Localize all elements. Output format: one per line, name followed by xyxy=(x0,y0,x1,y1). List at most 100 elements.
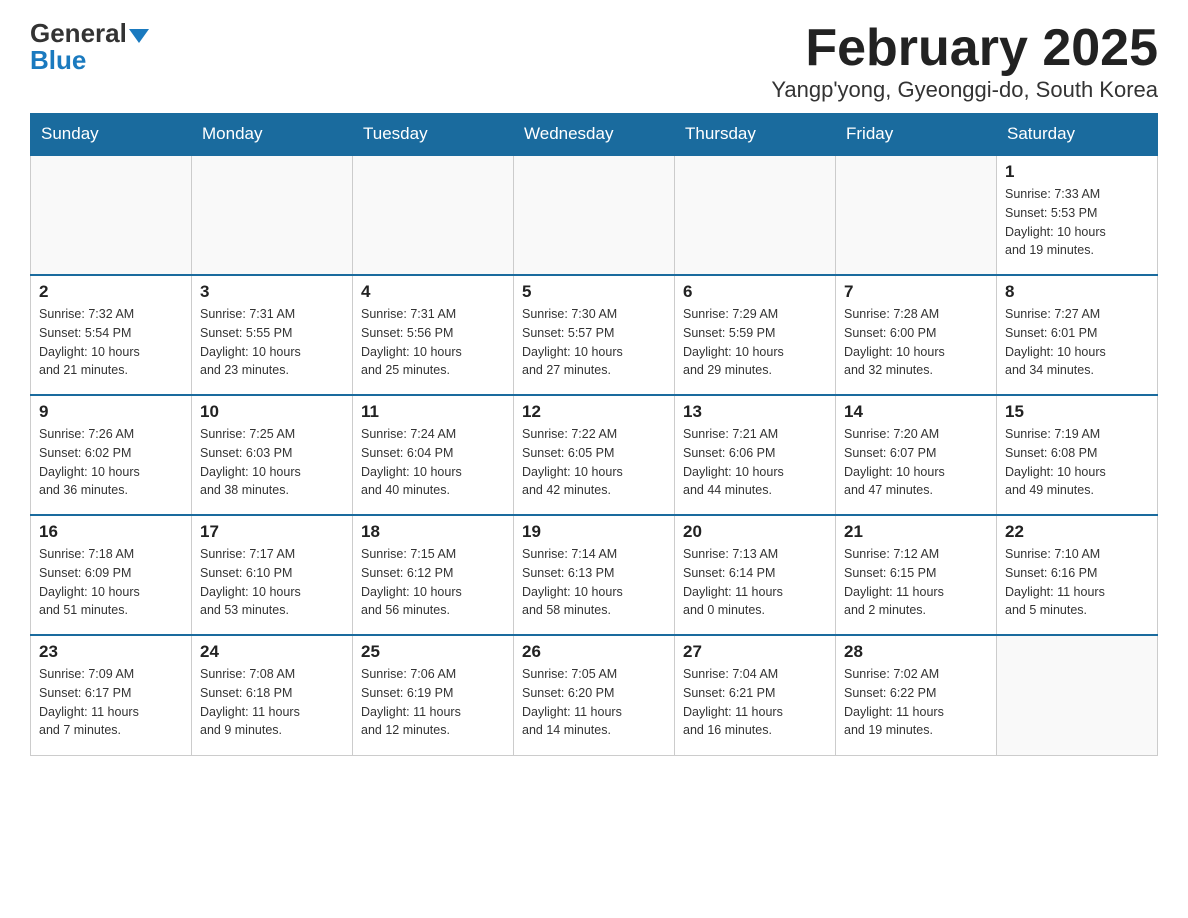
day-cell: 10 Sunrise: 7:25 AM Sunset: 6:03 PM Dayli… xyxy=(192,395,353,515)
day-cell: 11 Sunrise: 7:24 AM Sunset: 6:04 PM Dayli… xyxy=(353,395,514,515)
day-cell: 13 Sunrise: 7:21 AM Sunset: 6:06 PM Dayli… xyxy=(675,395,836,515)
header-cell-wednesday: Wednesday xyxy=(514,114,675,156)
week-row-4: 23 Sunrise: 7:09 AM Sunset: 6:17 PM Dayli… xyxy=(31,635,1158,755)
day-cell: 28 Sunrise: 7:02 AM Sunset: 6:22 PM Dayli… xyxy=(836,635,997,755)
day-number: 17 xyxy=(200,522,344,542)
day-number: 3 xyxy=(200,282,344,302)
day-number: 8 xyxy=(1005,282,1149,302)
day-cell: 22 Sunrise: 7:10 AM Sunset: 6:16 PM Dayli… xyxy=(997,515,1158,635)
day-number: 4 xyxy=(361,282,505,302)
day-info: Sunrise: 7:08 AM Sunset: 6:18 PM Dayligh… xyxy=(200,665,344,740)
day-cell: 7 Sunrise: 7:28 AM Sunset: 6:00 PM Daylig… xyxy=(836,275,997,395)
day-info: Sunrise: 7:10 AM Sunset: 6:16 PM Dayligh… xyxy=(1005,545,1149,620)
day-cell: 18Sunrise: 7:15 AM Sunset: 6:12 PM Dayli… xyxy=(353,515,514,635)
day-info: Sunrise: 7:14 AM Sunset: 6:13 PM Dayligh… xyxy=(522,545,666,620)
day-info: Sunrise: 7:18 AM Sunset: 6:09 PM Dayligh… xyxy=(39,545,183,620)
day-number: 15 xyxy=(1005,402,1149,422)
day-cell: 15 Sunrise: 7:19 AM Sunset: 6:08 PM Dayli… xyxy=(997,395,1158,515)
logo-blue-line: Blue xyxy=(30,47,86,74)
day-cell: 12Sunrise: 7:22 AM Sunset: 6:05 PM Dayli… xyxy=(514,395,675,515)
week-row-2: 9 Sunrise: 7:26 AM Sunset: 6:02 PM Daylig… xyxy=(31,395,1158,515)
week-row-1: 2 Sunrise: 7:32 AM Sunset: 5:54 PM Daylig… xyxy=(31,275,1158,395)
day-info: Sunrise: 7:06 AM Sunset: 6:19 PM Dayligh… xyxy=(361,665,505,740)
day-cell xyxy=(514,155,675,275)
day-number: 5 xyxy=(522,282,666,302)
week-row-3: 16 Sunrise: 7:18 AM Sunset: 6:09 PM Dayli… xyxy=(31,515,1158,635)
day-cell: 24 Sunrise: 7:08 AM Sunset: 6:18 PM Dayli… xyxy=(192,635,353,755)
day-number: 7 xyxy=(844,282,988,302)
day-info: Sunrise: 7:25 AM Sunset: 6:03 PM Dayligh… xyxy=(200,425,344,500)
day-cell: 27 Sunrise: 7:04 AM Sunset: 6:21 PM Dayli… xyxy=(675,635,836,755)
day-info: Sunrise: 7:19 AM Sunset: 6:08 PM Dayligh… xyxy=(1005,425,1149,500)
day-number: 21 xyxy=(844,522,988,542)
day-cell: 19 Sunrise: 7:14 AM Sunset: 6:13 PM Dayli… xyxy=(514,515,675,635)
header-cell-tuesday: Tuesday xyxy=(353,114,514,156)
day-cell: 23 Sunrise: 7:09 AM Sunset: 6:17 PM Dayli… xyxy=(31,635,192,755)
day-info: Sunrise: 7:20 AM Sunset: 6:07 PM Dayligh… xyxy=(844,425,988,500)
header-cell-saturday: Saturday xyxy=(997,114,1158,156)
header-cell-sunday: Sunday xyxy=(31,114,192,156)
day-info: Sunrise: 7:31 AM Sunset: 5:56 PM Dayligh… xyxy=(361,305,505,380)
day-number: 9 xyxy=(39,402,183,422)
day-number: 28 xyxy=(844,642,988,662)
day-number: 11 xyxy=(361,402,505,422)
day-number: 2 xyxy=(39,282,183,302)
day-info: Sunrise: 7:26 AM Sunset: 6:02 PM Dayligh… xyxy=(39,425,183,500)
day-number: 16 xyxy=(39,522,183,542)
day-cell: 16 Sunrise: 7:18 AM Sunset: 6:09 PM Dayli… xyxy=(31,515,192,635)
day-info: Sunrise: 7:28 AM Sunset: 6:00 PM Dayligh… xyxy=(844,305,988,380)
page-header: General Blue February 2025 Yangp'yong, G… xyxy=(30,20,1158,103)
day-number: 25 xyxy=(361,642,505,662)
day-info: Sunrise: 7:31 AM Sunset: 5:55 PM Dayligh… xyxy=(200,305,344,380)
day-cell: 8 Sunrise: 7:27 AM Sunset: 6:01 PM Daylig… xyxy=(997,275,1158,395)
day-info: Sunrise: 7:02 AM Sunset: 6:22 PM Dayligh… xyxy=(844,665,988,740)
day-number: 10 xyxy=(200,402,344,422)
header-row: SundayMondayTuesdayWednesdayThursdayFrid… xyxy=(31,114,1158,156)
title-block: February 2025 Yangp'yong, Gyeonggi-do, S… xyxy=(771,20,1158,103)
day-cell xyxy=(353,155,514,275)
logo-triangle-icon xyxy=(129,29,149,43)
day-cell xyxy=(997,635,1158,755)
day-number: 24 xyxy=(200,642,344,662)
day-number: 23 xyxy=(39,642,183,662)
day-info: Sunrise: 7:09 AM Sunset: 6:17 PM Dayligh… xyxy=(39,665,183,740)
day-cell: 17 Sunrise: 7:17 AM Sunset: 6:10 PM Dayli… xyxy=(192,515,353,635)
day-info: Sunrise: 7:30 AM Sunset: 5:57 PM Dayligh… xyxy=(522,305,666,380)
day-info: Sunrise: 7:29 AM Sunset: 5:59 PM Dayligh… xyxy=(683,305,827,380)
day-cell: 9 Sunrise: 7:26 AM Sunset: 6:02 PM Daylig… xyxy=(31,395,192,515)
day-number: 14 xyxy=(844,402,988,422)
calendar-subtitle: Yangp'yong, Gyeonggi-do, South Korea xyxy=(771,77,1158,103)
day-cell xyxy=(192,155,353,275)
header-cell-friday: Friday xyxy=(836,114,997,156)
header-cell-thursday: Thursday xyxy=(675,114,836,156)
day-number: 18 xyxy=(361,522,505,542)
day-number: 26 xyxy=(522,642,666,662)
logo-blue-text: Blue xyxy=(30,45,86,75)
day-number: 20 xyxy=(683,522,827,542)
day-info: Sunrise: 7:05 AM Sunset: 6:20 PM Dayligh… xyxy=(522,665,666,740)
day-number: 22 xyxy=(1005,522,1149,542)
day-info: Sunrise: 7:27 AM Sunset: 6:01 PM Dayligh… xyxy=(1005,305,1149,380)
day-info: Sunrise: 7:24 AM Sunset: 6:04 PM Dayligh… xyxy=(361,425,505,500)
day-info: Sunrise: 7:17 AM Sunset: 6:10 PM Dayligh… xyxy=(200,545,344,620)
logo-general-line: General xyxy=(30,20,149,47)
day-info: Sunrise: 7:12 AM Sunset: 6:15 PM Dayligh… xyxy=(844,545,988,620)
day-cell: 5 Sunrise: 7:30 AM Sunset: 5:57 PM Daylig… xyxy=(514,275,675,395)
day-cell: 25 Sunrise: 7:06 AM Sunset: 6:19 PM Dayli… xyxy=(353,635,514,755)
day-cell xyxy=(31,155,192,275)
day-number: 13 xyxy=(683,402,827,422)
day-cell: 20Sunrise: 7:13 AM Sunset: 6:14 PM Dayli… xyxy=(675,515,836,635)
calendar-table: SundayMondayTuesdayWednesdayThursdayFrid… xyxy=(30,113,1158,756)
day-cell: 2 Sunrise: 7:32 AM Sunset: 5:54 PM Daylig… xyxy=(31,275,192,395)
day-info: Sunrise: 7:04 AM Sunset: 6:21 PM Dayligh… xyxy=(683,665,827,740)
day-cell: 6 Sunrise: 7:29 AM Sunset: 5:59 PM Daylig… xyxy=(675,275,836,395)
day-info: Sunrise: 7:32 AM Sunset: 5:54 PM Dayligh… xyxy=(39,305,183,380)
day-cell: 1Sunrise: 7:33 AM Sunset: 5:53 PM Daylig… xyxy=(997,155,1158,275)
day-number: 6 xyxy=(683,282,827,302)
day-number: 19 xyxy=(522,522,666,542)
day-number: 27 xyxy=(683,642,827,662)
day-cell xyxy=(836,155,997,275)
day-cell: 14 Sunrise: 7:20 AM Sunset: 6:07 PM Dayli… xyxy=(836,395,997,515)
day-cell: 3 Sunrise: 7:31 AM Sunset: 5:55 PM Daylig… xyxy=(192,275,353,395)
day-info: Sunrise: 7:21 AM Sunset: 6:06 PM Dayligh… xyxy=(683,425,827,500)
